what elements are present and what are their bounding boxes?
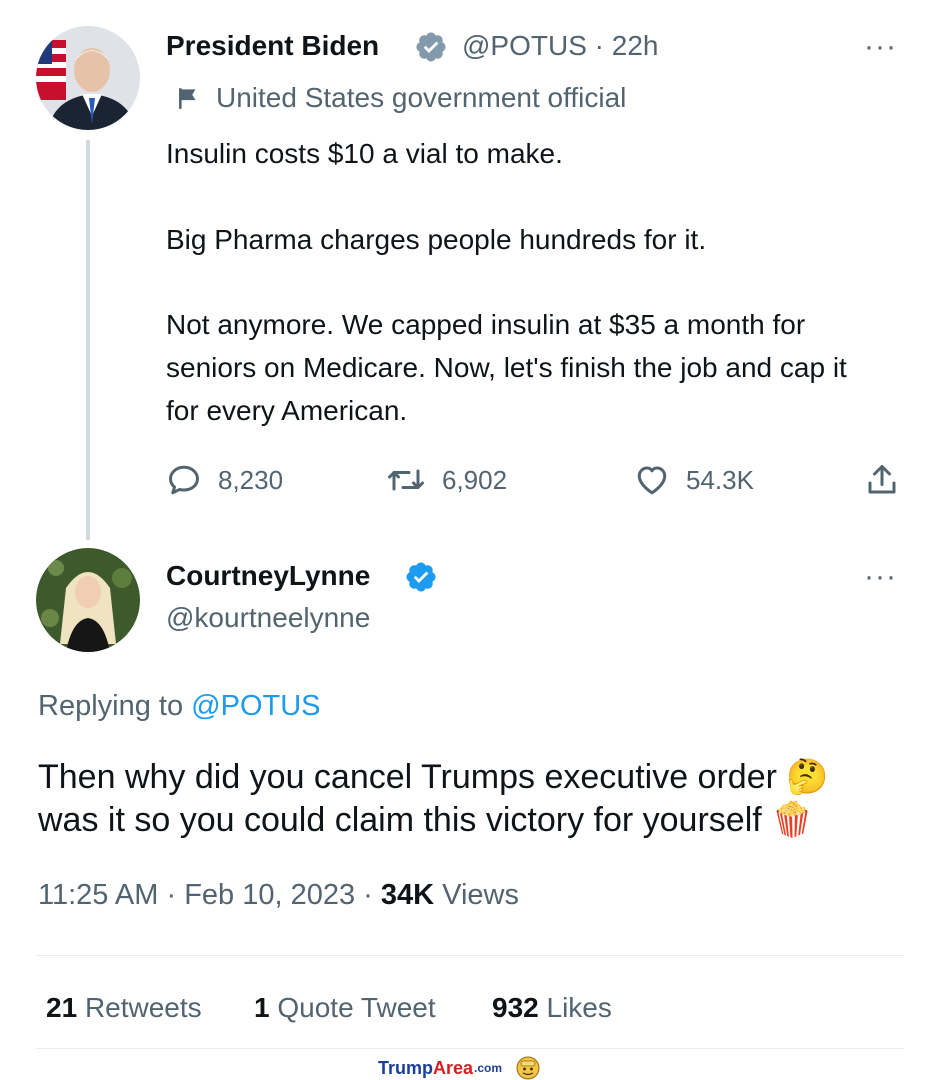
potus-avatar-image	[36, 26, 140, 130]
views-label: Views	[442, 879, 520, 911]
potus-tweet-paragraph-1: Insulin costs $10 a vial to make.	[166, 138, 563, 169]
heart-icon	[637, 466, 667, 495]
more-options-icon[interactable]: ···	[864, 30, 897, 64]
courtney-display-name[interactable]: CourtneyLynne	[166, 560, 370, 592]
potus-display-name[interactable]: President Biden	[166, 30, 379, 62]
verified-badge-blue-icon	[406, 562, 436, 592]
tweet-timestamp-views: 11:25 AM · Feb 10, 2023 · 34K Views	[38, 879, 519, 912]
replying-to: Replying to @POTUS	[38, 690, 321, 723]
flag-icon	[179, 88, 196, 109]
dot-separator: ·	[594, 30, 604, 61]
divider	[36, 955, 904, 956]
tweet-date[interactable]: Feb 10, 2023	[184, 879, 355, 911]
thinking-face-emoji: 🤔	[786, 758, 829, 796]
watermark-area: Area	[433, 1057, 474, 1078]
courtney-avatar-image	[36, 548, 140, 652]
likes-stat[interactable]: 932 Likes	[492, 992, 612, 1024]
retweets-stat-label: Retweets	[84, 992, 202, 1023]
divider	[36, 1048, 904, 1049]
courtney-avatar[interactable]	[36, 548, 140, 652]
replying-to-prefix: Replying to	[38, 690, 184, 722]
watermark: Trump Area .com	[378, 1056, 540, 1080]
retweet-icon	[388, 469, 424, 491]
reply-action[interactable]: 8,230	[166, 460, 283, 500]
share-action[interactable]	[864, 460, 916, 500]
more-options-icon[interactable]: ···	[864, 560, 897, 594]
likes-stat-label: Likes	[546, 992, 612, 1023]
watermark-face-icon	[516, 1056, 540, 1080]
tweet-time-ago[interactable]: 22h	[612, 30, 659, 61]
like-count: 54.3K	[686, 464, 754, 495]
dot-separator: ·	[166, 879, 177, 911]
reply-icon	[169, 465, 199, 495]
watermark-dotcom: .com	[474, 1061, 503, 1075]
replying-to-handle-link[interactable]: @POTUS	[191, 690, 320, 722]
reply-tweet-body: Then why did you cancel Trumps executive…	[38, 756, 918, 842]
reply-line-1-text: Then why did you cancel Trumps executive…	[38, 758, 777, 796]
retweet-action[interactable]: 6,902	[386, 460, 507, 500]
potus-handle[interactable]: @POTUS	[462, 30, 587, 61]
views-count: 34K	[380, 879, 435, 911]
quote-tweets-stat-label: Quote Tweet	[277, 992, 436, 1023]
thread-connector-line	[86, 140, 90, 540]
reply-line-2: was it so you could claim this victory f…	[38, 799, 918, 842]
quote-tweets-stat[interactable]: 1 Quote Tweet	[254, 992, 436, 1024]
popcorn-emoji: 🍿	[771, 801, 814, 839]
tweet-time[interactable]: 11:25 AM	[38, 879, 158, 911]
potus-handle-time: @POTUS · 22h	[462, 30, 659, 62]
reply-count: 8,230	[218, 464, 284, 495]
potus-tweet-paragraph-2: Big Pharma charges people hundreds for i…	[166, 224, 707, 255]
watermark-trump: Trump	[378, 1057, 434, 1078]
reply-line-1: Then why did you cancel Trumps executive…	[38, 756, 918, 799]
share-icon	[868, 465, 896, 494]
government-label: United States government official	[176, 82, 626, 114]
government-label-text: United States government official	[216, 82, 627, 113]
likes-stat-count: 932	[492, 992, 539, 1023]
courtney-handle[interactable]: @kourtneelynne	[166, 602, 370, 634]
quote-tweets-stat-count: 1	[254, 992, 270, 1023]
like-action[interactable]: 54.3K	[634, 460, 754, 500]
tweet-screenshot: President Biden @POTUS · 22h ··· United …	[0, 0, 940, 1080]
verified-badge-gray-icon	[416, 32, 446, 62]
potus-tweet-paragraph-3: Not anymore. We capped insulin at $35 a …	[166, 309, 847, 426]
retweets-stat[interactable]: 21 Retweets	[46, 992, 202, 1024]
dot-separator: ·	[363, 879, 373, 911]
retweet-count: 6,902	[442, 464, 508, 495]
retweets-stat-count: 21	[46, 992, 78, 1023]
reply-line-2-text: was it so you could claim this victory f…	[38, 801, 762, 839]
potus-avatar[interactable]	[36, 26, 140, 130]
